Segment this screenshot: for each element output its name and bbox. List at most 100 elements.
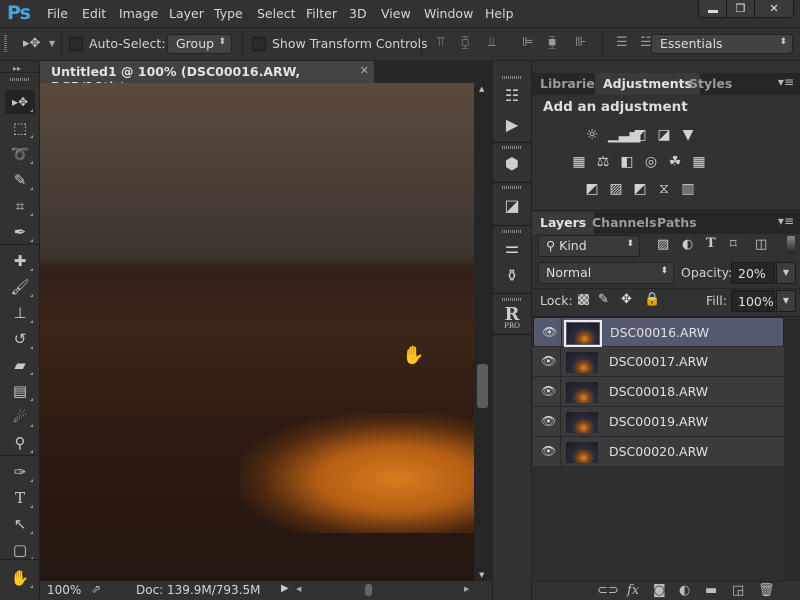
tool-preset-dropdown-icon[interactable]: ▼ [49,39,55,48]
blur-tool[interactable]: ☄ [5,405,35,429]
healing-brush-tool[interactable]: ✚ [5,249,35,273]
layer-thumbnail[interactable] [566,352,598,373]
scroll-down-icon[interactable]: ▼ [479,571,484,579]
smart-object-filter-icon[interactable]: ◫ [755,237,767,252]
share-icon[interactable]: ⇗ [91,582,101,596]
menu-3d[interactable]: 3D [349,6,367,21]
scroll-up-icon[interactable]: ▲ [479,85,484,93]
move-tool-icon[interactable]: ▸✥ [23,36,40,51]
add-mask-icon[interactable]: ◙ [653,583,666,598]
brush-presets-icon[interactable]: ⚌ [492,238,532,257]
photo-filter-icon[interactable]: ◎ [643,154,659,170]
menu-help[interactable]: Help [485,6,514,21]
channel-mixer-icon[interactable]: ☘ [667,154,683,170]
levels-icon[interactable]: ▁▃▅ [608,127,640,143]
align-bottom-edges-icon[interactable]: ⫫ [488,35,495,50]
tab-paths[interactable]: Paths [649,212,705,234]
layers-scrollbar[interactable] [784,318,800,581]
auto-select-checkbox[interactable] [69,37,83,51]
3d-panel-icon[interactable]: ⬢ [492,154,532,173]
clone-stamp-tool[interactable]: ⊥ [5,301,35,325]
brush-tool[interactable]: 🖌 [5,275,35,299]
minimize-button[interactable] [699,0,727,17]
threshold-icon[interactable]: ◩ [632,181,648,197]
horizontal-scroll-thumb[interactable] [365,584,372,596]
visibility-eye-icon[interactable]: 👁 [542,325,557,339]
menu-image[interactable]: Image [119,6,158,21]
gradient-tool[interactable]: ▤ [5,379,35,403]
vibrance-icon[interactable]: ▼ [680,127,696,143]
menu-filter[interactable]: Filter [306,6,337,21]
close-tab-icon[interactable]: ✕ [360,64,369,77]
new-layer-icon[interactable]: ◲ [732,583,744,598]
blend-mode-select[interactable]: Normal ⬍ [538,262,674,284]
hand-tool[interactable]: ✋ [5,566,35,590]
lock-transparent-pixels-icon[interactable] [578,294,589,305]
panel-menu-icon[interactable]: ▾≡ [778,75,794,89]
workspace-select[interactable]: Essentials ⬍ [651,34,793,54]
dock-grip[interactable] [502,298,522,301]
posterize-icon[interactable]: ▨ [608,181,624,197]
lock-position-icon[interactable]: ✥ [621,292,632,307]
brightness-contrast-icon[interactable]: ☼ [584,127,600,143]
layer-thumbnail[interactable] [566,382,598,403]
layer-row[interactable]: 👁 DSC00018.ARW [533,377,784,407]
opacity-input[interactable]: 20% [731,262,775,284]
visibility-eye-icon[interactable]: 👁 [541,414,556,428]
eyedropper-tool[interactable]: ✒ [5,220,35,244]
layer-row[interactable]: 👁 DSC00017.ARW [533,347,784,377]
vertical-scroll-thumb[interactable] [477,364,488,408]
menu-window[interactable]: Window [424,6,473,21]
show-transform-controls-checkbox[interactable] [252,37,266,51]
path-selection-tool[interactable]: ↖ [5,512,35,536]
distribute-vertical-icon[interactable]: ☱ [640,35,652,50]
layer-filter-kind-select[interactable]: ⚲ Kind ⬍ [538,235,640,257]
options-bar-grip[interactable] [4,35,7,53]
new-adjustment-layer-icon[interactable]: ◐ [679,583,690,598]
close-button[interactable]: ✕ [755,0,793,17]
panel-menu-icon[interactable]: ▾≡ [778,214,794,228]
tab-styles[interactable]: Styles [681,73,740,95]
layer-row[interactable]: 👁 DSC00019.ARW [533,407,784,437]
status-menu-arrow-icon[interactable]: ▶ [281,583,289,594]
canvas[interactable]: ✋ [40,83,474,581]
visibility-eye-icon[interactable]: 👁 [541,384,556,398]
menu-edit[interactable]: Edit [82,6,106,21]
fill-dropdown-button[interactable]: ▼ [776,290,796,312]
exposure-icon[interactable]: ◪ [656,127,672,143]
fx-icon[interactable]: fx [627,583,639,598]
visibility-eye-icon[interactable]: 👁 [541,354,556,368]
distribute-top-icon[interactable]: ☰ [616,35,628,50]
visibility-eye-icon[interactable]: 👁 [541,444,556,458]
dock-grip[interactable] [502,146,522,149]
move-tool[interactable]: ▸✥ [5,90,35,114]
dock-grip[interactable] [502,76,522,79]
adjustment-filter-icon[interactable]: ◐ [682,237,693,252]
brush-panel-icon[interactable]: ⚱ [492,266,532,285]
align-vertical-centers-icon[interactable]: ⧮ [461,35,469,50]
pixel-filter-icon[interactable]: ▨ [657,237,669,252]
document-tab[interactable]: Untitled1 @ 100% (DSC00016.ARW, RGB/16*)… [40,61,374,94]
align-left-edges-icon[interactable]: ⊫ [522,35,533,50]
dock-grip[interactable] [502,230,522,233]
align-top-edges-icon[interactable]: ⫪ [437,35,444,50]
lock-all-icon[interactable]: 🔒 [644,292,660,307]
opacity-dropdown-button[interactable]: ▼ [776,262,796,284]
layer-row[interactable]: 👁 DSC00016.ARW [533,317,784,348]
zoom-level[interactable]: 100% [47,583,81,597]
quick-selection-tool[interactable]: ✎ [5,168,35,192]
filter-toggle-switch[interactable] [787,236,795,254]
curves-icon[interactable]: ◩ [632,127,648,143]
layer-thumbnail[interactable] [566,412,598,433]
history-panel-icon[interactable]: ☷ [492,86,532,105]
gradient-map-icon[interactable]: ▥ [680,181,696,197]
selective-color-icon[interactable]: ⧖ [656,181,672,197]
eraser-tool[interactable]: ▰ [5,353,35,377]
new-group-icon[interactable]: ▬ [705,583,717,598]
menu-select[interactable]: Select [257,6,296,21]
scroll-right-icon[interactable]: ▶ [464,585,469,593]
marquee-tool[interactable]: ⬚ [5,116,35,140]
actions-panel-icon[interactable]: ▶ [492,115,532,134]
dock-grip[interactable] [502,186,522,189]
shape-filter-icon[interactable]: ⌑ [730,237,737,252]
